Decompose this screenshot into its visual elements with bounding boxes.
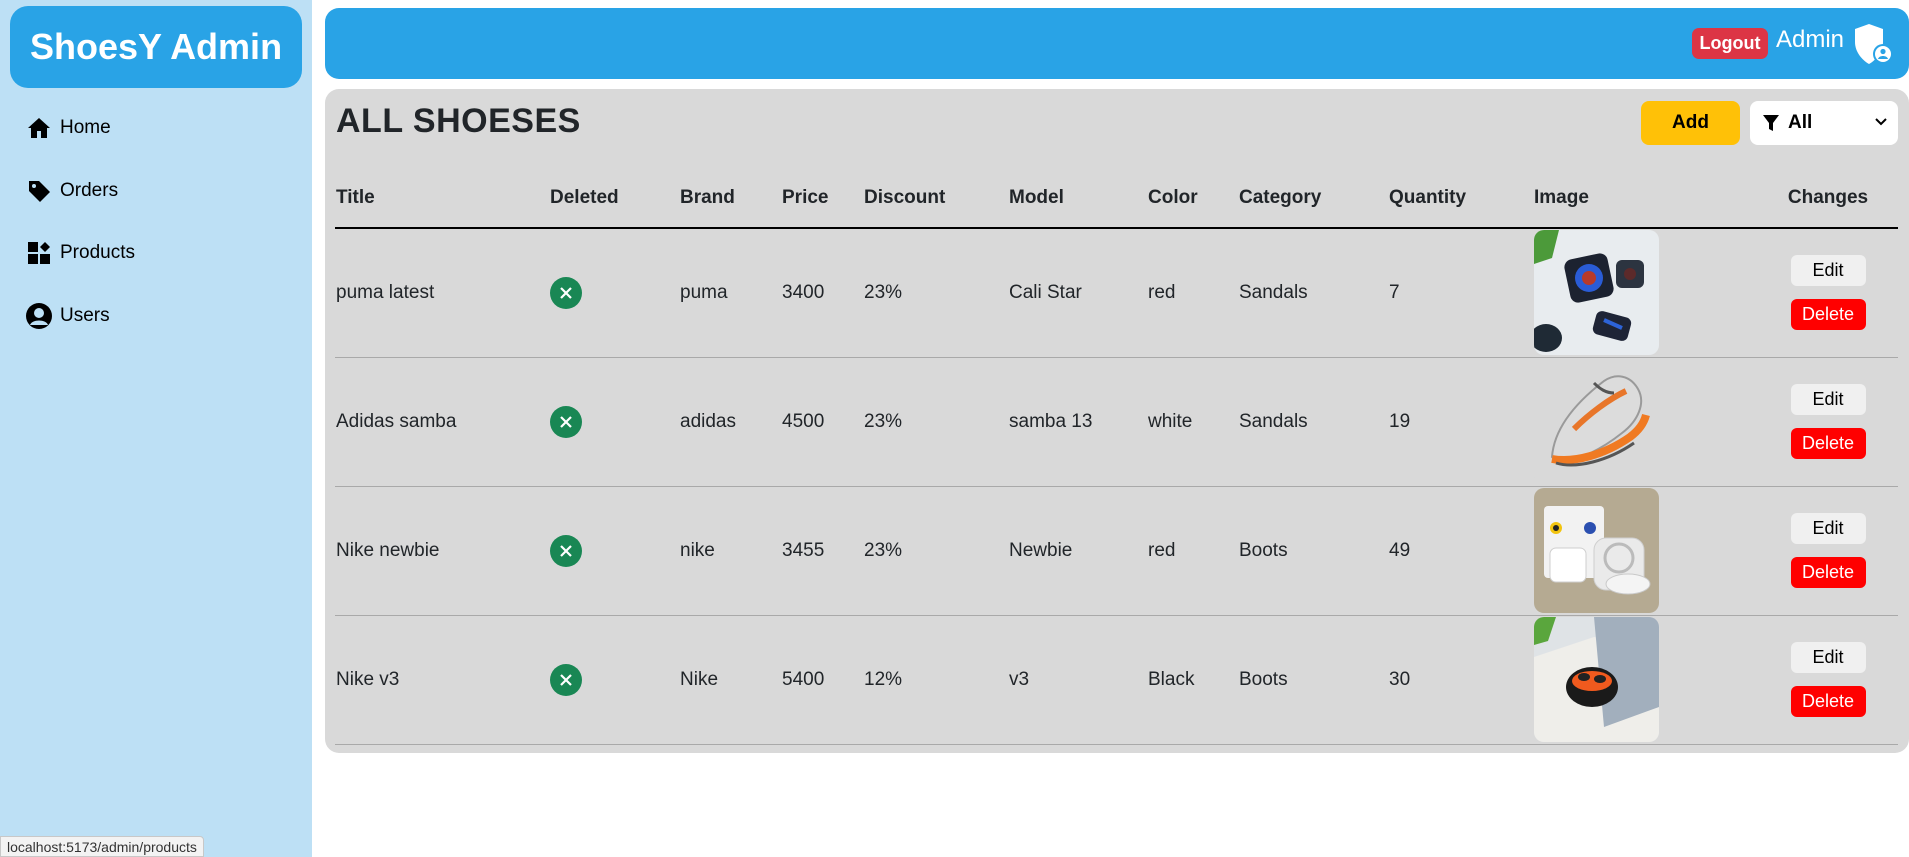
admin-label: Admin [1776, 26, 1845, 53]
table-row: Adidas samba adidas 4500 23% samba 13 wh… [335, 357, 1898, 487]
cell-model: Newbie [1008, 486, 1147, 616]
home-icon [24, 113, 54, 143]
sidebar-item-users[interactable]: Users [24, 296, 110, 336]
column-header[interactable]: Quantity [1388, 168, 1533, 229]
column-header[interactable]: Deleted [549, 168, 679, 229]
chevron-down-icon [1874, 113, 1888, 135]
edit-button[interactable]: Edit [1790, 255, 1866, 287]
cell-color: red [1147, 486, 1238, 616]
cell-model: samba 13 [1008, 357, 1147, 487]
table-row: Nike newbie nike 3455 23% Newbie red Boo… [335, 486, 1898, 616]
cell-color: Black [1147, 615, 1238, 745]
logout-button[interactable]: Logout [1692, 28, 1768, 59]
column-header[interactable]: Image [1533, 168, 1758, 229]
cell-discount: 12% [863, 615, 1008, 745]
cell-quantity: 49 [1388, 486, 1533, 616]
cell-brand: puma [679, 228, 781, 358]
cell-color: white [1147, 357, 1238, 487]
table-header-row: Title Deleted Brand Price Discount Model… [335, 168, 1898, 229]
cell-quantity: 7 [1388, 228, 1533, 358]
filter-value: All [1788, 112, 1813, 133]
delete-button[interactable]: Delete [1790, 299, 1866, 331]
sidebar-item-label: Home [60, 117, 111, 138]
sidebar: ShoesY Admin Home Orders Products Users [0, 0, 312, 857]
x-circle-icon[interactable] [550, 534, 582, 567]
product-image [1534, 488, 1659, 613]
edit-button[interactable]: Edit [1790, 642, 1866, 673]
product-image [1534, 230, 1659, 356]
product-image [1534, 617, 1659, 742]
x-circle-icon[interactable] [550, 276, 582, 309]
brand-title[interactable]: ShoesY Admin [10, 6, 302, 88]
delete-button[interactable]: Delete [1790, 686, 1866, 717]
cell-brand: Nike [679, 615, 781, 745]
cell-title: puma latest [335, 228, 549, 358]
cell-discount: 23% [863, 486, 1008, 616]
column-header[interactable]: Changes [1758, 168, 1898, 229]
product-image [1534, 359, 1659, 484]
sidebar-item-label: Orders [60, 180, 119, 201]
cell-price: 3455 [781, 486, 863, 616]
column-header[interactable]: Title [335, 168, 549, 229]
sidebar-item-label: Users [60, 305, 110, 326]
column-header[interactable]: Brand [679, 168, 781, 229]
x-circle-icon[interactable] [550, 663, 582, 696]
cell-category: Boots [1238, 486, 1388, 616]
cell-discount: 23% [863, 228, 1008, 358]
column-header[interactable]: Model [1008, 168, 1147, 229]
sidebar-item-home[interactable]: Home [24, 108, 111, 148]
column-header[interactable]: Category [1238, 168, 1388, 229]
add-button[interactable]: Add [1641, 101, 1740, 145]
status-bar-url: localhost:5173/admin/products [0, 836, 204, 857]
x-circle-icon[interactable] [550, 405, 582, 438]
cell-price: 3400 [781, 228, 863, 358]
cell-category: Sandals [1238, 228, 1388, 358]
tag-icon [24, 176, 54, 206]
cell-discount: 23% [863, 357, 1008, 487]
cell-category: Boots [1238, 615, 1388, 745]
cell-brand: adidas [679, 357, 781, 487]
dashboard-icon [24, 238, 54, 268]
products-table: Title Deleted Brand Price Discount Model… [335, 168, 1898, 745]
cell-brand: nike [679, 486, 781, 616]
column-header[interactable]: Color [1147, 168, 1238, 229]
sidebar-item-products[interactable]: Products [24, 233, 135, 273]
table-row: puma latest puma 3400 23% Cali Star red … [335, 228, 1898, 358]
table-row: Nike v3 Nike 5400 12% v3 Black Boots 30 [335, 615, 1898, 745]
filter-icon [1762, 114, 1780, 132]
cell-model: v3 [1008, 615, 1147, 745]
cell-model: Cali Star [1008, 228, 1147, 358]
column-header[interactable]: Discount [863, 168, 1008, 229]
delete-button[interactable]: Delete [1790, 428, 1866, 459]
filter-select[interactable]: All [1750, 101, 1898, 145]
admin-shield-icon[interactable] [1852, 22, 1894, 68]
edit-button[interactable]: Edit [1790, 384, 1866, 415]
cell-title: Nike newbie [335, 486, 549, 616]
cell-color: red [1147, 228, 1238, 358]
edit-button[interactable]: Edit [1790, 513, 1866, 544]
cell-price: 5400 [781, 615, 863, 745]
cell-category: Sandals [1238, 357, 1388, 487]
user-circle-icon [24, 301, 54, 331]
cell-quantity: 30 [1388, 615, 1533, 745]
delete-button[interactable]: Delete [1790, 557, 1866, 588]
sidebar-item-label: Products [60, 242, 135, 263]
page-title: ALL SHOESES [336, 102, 581, 140]
column-header[interactable]: Price [781, 168, 863, 229]
cell-price: 4500 [781, 357, 863, 487]
cell-title: Nike v3 [335, 615, 549, 745]
cell-quantity: 19 [1388, 357, 1533, 487]
top-bar [325, 8, 1909, 79]
cell-title: Adidas samba [335, 357, 549, 487]
sidebar-item-orders[interactable]: Orders [24, 171, 118, 211]
